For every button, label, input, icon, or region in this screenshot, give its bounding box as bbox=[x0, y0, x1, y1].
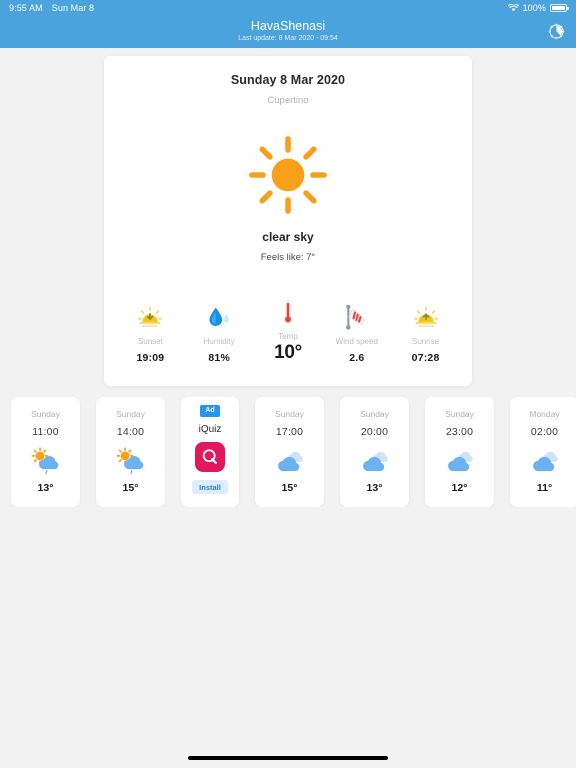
app-header: HavaShenasi Last update: 8 Mar 2020 - 09… bbox=[0, 15, 576, 48]
current-condition-icon-wrap bbox=[104, 132, 472, 218]
forecast-time: 14:00 bbox=[116, 426, 145, 438]
forecast-time: 20:00 bbox=[360, 426, 389, 438]
forecast-icon-wrap bbox=[29, 446, 63, 476]
stat-label: Sunrise bbox=[412, 337, 440, 346]
stat-sunrise: Sunrise 07:28 bbox=[391, 304, 460, 364]
thermometer-icon bbox=[283, 300, 293, 324]
status-bar-time: 9:55 AM bbox=[9, 2, 43, 13]
app-title: HavaShenasi bbox=[250, 19, 326, 33]
gear-icon bbox=[548, 23, 564, 40]
forecast-icon-wrap bbox=[274, 446, 306, 476]
stat-icon-wrap bbox=[206, 304, 232, 330]
battery-percent-label: 100% bbox=[522, 2, 546, 13]
battery-icon bbox=[550, 3, 569, 12]
sun-cloud-rain-icon bbox=[116, 447, 143, 475]
forecast-time: 11:00 bbox=[32, 426, 59, 438]
forecast-temp: 13° bbox=[366, 482, 383, 494]
forecast-temp: 11° bbox=[536, 482, 553, 494]
sunrise-icon bbox=[413, 306, 438, 327]
feels-like-label: Feels like: 7° bbox=[260, 252, 316, 263]
status-bar-date: Sun Mar 8 bbox=[51, 2, 95, 13]
forecast-card[interactable]: Monday 02:00 11° bbox=[510, 397, 576, 507]
stat-label: Humidity bbox=[203, 337, 235, 346]
status-bar-left: 9:55 AM Sun Mar 8 bbox=[9, 3, 94, 13]
forecast-card[interactable]: Sunday 20:00 13° bbox=[340, 397, 409, 507]
magnifier-q-icon bbox=[202, 449, 217, 464]
stat-value: 19:09 bbox=[136, 352, 165, 364]
last-update-label: Last update: 8 Mar 2020 - 09:54 bbox=[238, 35, 338, 42]
settings-button[interactable] bbox=[546, 22, 566, 42]
windsock-icon bbox=[345, 304, 366, 330]
broken-clouds-icon bbox=[447, 451, 473, 472]
forecast-time: 02:00 bbox=[530, 426, 559, 438]
stat-sunset: Sunset 19:09 bbox=[116, 304, 185, 364]
sun-cloud-rain-icon bbox=[31, 447, 58, 475]
forecast-day: Sunday bbox=[31, 409, 60, 419]
forecast-card[interactable]: Sunday 17:00 15° bbox=[255, 397, 324, 507]
forecast-icon-wrap bbox=[444, 446, 476, 476]
forecast-day: Sunday bbox=[275, 409, 304, 419]
sun-icon bbox=[249, 136, 327, 214]
forecast-time: 17:00 bbox=[275, 426, 304, 438]
stat-humidity: Humidity 81% bbox=[185, 304, 254, 364]
status-bar-right: 100% bbox=[507, 2, 569, 13]
home-indicator bbox=[188, 756, 388, 760]
forecast-temp: 15° bbox=[122, 482, 139, 494]
humidity-icon bbox=[209, 307, 230, 328]
install-button[interactable]: Install bbox=[192, 480, 228, 494]
iquiz-app-icon bbox=[195, 442, 225, 472]
status-bar: 9:55 AM Sun Mar 8 100% bbox=[0, 0, 576, 15]
current-weather-card: Sunday 8 Mar 2020 Cupertino clear sky Fe… bbox=[104, 56, 472, 386]
forecast-day: Monday bbox=[529, 409, 560, 419]
current-condition-label: clear sky bbox=[262, 230, 314, 244]
forecast-day: Sunday bbox=[360, 409, 389, 419]
current-stats-row: Sunset 19:09 Humidity 81% Temp 10° Wind … bbox=[104, 299, 472, 364]
current-city: Cupertino bbox=[267, 95, 309, 106]
forecast-day: Sunday bbox=[445, 409, 474, 419]
wifi-icon bbox=[507, 3, 519, 11]
forecast-temp: 15° bbox=[281, 482, 298, 494]
current-date: Sunday 8 Mar 2020 bbox=[230, 73, 346, 87]
forecast-icon-wrap bbox=[529, 446, 561, 476]
stat-icon-wrap bbox=[413, 304, 439, 330]
forecast-temp: 13° bbox=[37, 482, 54, 494]
forecast-icon-wrap bbox=[359, 446, 391, 476]
stat-value: 10° bbox=[274, 342, 302, 363]
forecast-temp: 12° bbox=[451, 482, 468, 494]
stat-label: Temp bbox=[278, 332, 298, 341]
stat-icon-wrap bbox=[342, 304, 372, 330]
stat-wind-speed: Wind speed 2.6 bbox=[322, 304, 391, 364]
broken-clouds-icon bbox=[532, 451, 558, 472]
hourly-forecast-list[interactable]: Sunday 11:00 13° Sunday 14:00 15° Ad iQu… bbox=[0, 397, 576, 507]
stat-label: Sunset bbox=[137, 337, 163, 346]
stat-icon-wrap bbox=[137, 304, 163, 330]
sunset-icon bbox=[138, 306, 163, 327]
ad-app-name: iQuiz bbox=[198, 424, 222, 435]
forecast-card[interactable]: Sunday 23:00 12° bbox=[425, 397, 494, 507]
forecast-time: 23:00 bbox=[445, 426, 474, 438]
stat-value: 07:28 bbox=[411, 352, 440, 364]
forecast-day: Sunday bbox=[116, 409, 145, 419]
stat-icon-wrap bbox=[279, 299, 297, 325]
stat-label: Wind speed bbox=[335, 337, 378, 346]
broken-clouds-icon bbox=[362, 451, 388, 472]
forecast-card[interactable]: Sunday 11:00 13° bbox=[11, 397, 80, 507]
stat-temp: Temp 10° bbox=[254, 299, 323, 364]
stat-value: 81% bbox=[208, 352, 230, 364]
ad-badge: Ad bbox=[200, 405, 220, 417]
ad-card[interactable]: Ad iQuiz Install bbox=[181, 397, 239, 507]
stat-value: 2.6 bbox=[349, 352, 365, 364]
broken-clouds-icon bbox=[277, 451, 303, 472]
forecast-card[interactable]: Sunday 14:00 15° bbox=[96, 397, 165, 507]
forecast-icon-wrap bbox=[114, 446, 148, 476]
